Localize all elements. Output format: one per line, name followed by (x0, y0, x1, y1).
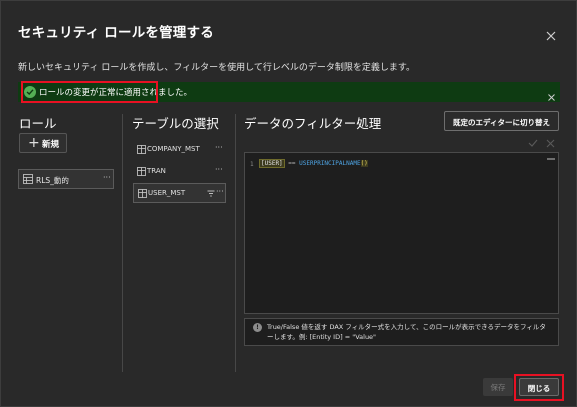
dax-editor[interactable]: 1 [USER] == USERPRINCIPALNAME() (244, 152, 559, 314)
new-role-label: 新規 (42, 140, 60, 150)
column-divider (122, 114, 123, 372)
minimap-indicator (547, 158, 555, 160)
discard-icon[interactable] (546, 139, 555, 148)
new-role-button[interactable]: + 新規 (19, 133, 67, 153)
save-label: 保存 (490, 383, 506, 392)
filter-title: データのフィルター処理 (244, 116, 382, 131)
close-icon[interactable] (544, 28, 558, 42)
table-item-user-mst[interactable]: USER_MST ··· (133, 183, 226, 203)
paren-token: () (360, 160, 368, 167)
dax-info-text: True/False 値を返す DAX フィルター式を入力して、このロールが表示… (267, 323, 546, 341)
table-item-company-mst[interactable]: COMPANY_MST ··· (133, 140, 226, 160)
function-token: USERPRINCIPALNAME (299, 160, 361, 167)
table-item-label: COMPANY_MST (147, 145, 200, 153)
roles-title: ロール (19, 116, 57, 131)
plus-icon: + (28, 135, 40, 151)
table-item-label: TRAN (147, 167, 166, 175)
table-icon (137, 167, 146, 176)
banner-highlight-box (21, 81, 158, 103)
tables-title: テーブルの選択 (132, 116, 219, 131)
info-icon: ! (253, 323, 262, 332)
role-item-label: RLS_動的 (36, 176, 69, 185)
manage-roles-dialog: セキュリティ ロールを管理する 新しいセキュリティ ロールを作成し、フィルターを… (0, 0, 577, 407)
filter-icon (207, 190, 215, 197)
column-divider (235, 114, 236, 372)
check-icon[interactable] (528, 138, 538, 148)
entity-token: [USER] (259, 159, 285, 168)
role-icon (23, 174, 33, 184)
dialog-description: 新しいセキュリティ ロールを作成し、フィルターを使用して行レベルのデータ制限を定… (18, 63, 415, 73)
switch-editor-button[interactable]: 既定のエディターに切り替え (444, 111, 559, 131)
table-item-label: USER_MST (148, 189, 186, 197)
more-icon[interactable]: ··· (216, 187, 224, 196)
role-item-rls[interactable]: RLS_動的 ··· (18, 169, 114, 189)
save-button[interactable]: 保存 (483, 378, 513, 396)
dax-expression[interactable]: [USER] == USERPRINCIPALNAME() (259, 159, 368, 168)
more-icon[interactable]: ··· (103, 173, 111, 182)
table-item-tran[interactable]: TRAN ··· (133, 162, 226, 182)
dialog-title: セキュリティ ロールを管理する (18, 25, 214, 41)
banner-close-icon[interactable] (547, 87, 556, 101)
operator-token: == (284, 160, 300, 167)
more-icon[interactable]: ··· (215, 143, 223, 152)
table-icon (138, 189, 147, 198)
line-number: 1 (250, 161, 254, 168)
more-icon[interactable]: ··· (215, 165, 223, 174)
dax-info-box: ! True/False 値を返す DAX フィルター式を入力して、このロールが… (244, 318, 559, 346)
switch-editor-label: 既定のエディターに切り替え (453, 118, 550, 127)
close-highlight-box (514, 374, 564, 401)
table-icon (137, 145, 146, 154)
